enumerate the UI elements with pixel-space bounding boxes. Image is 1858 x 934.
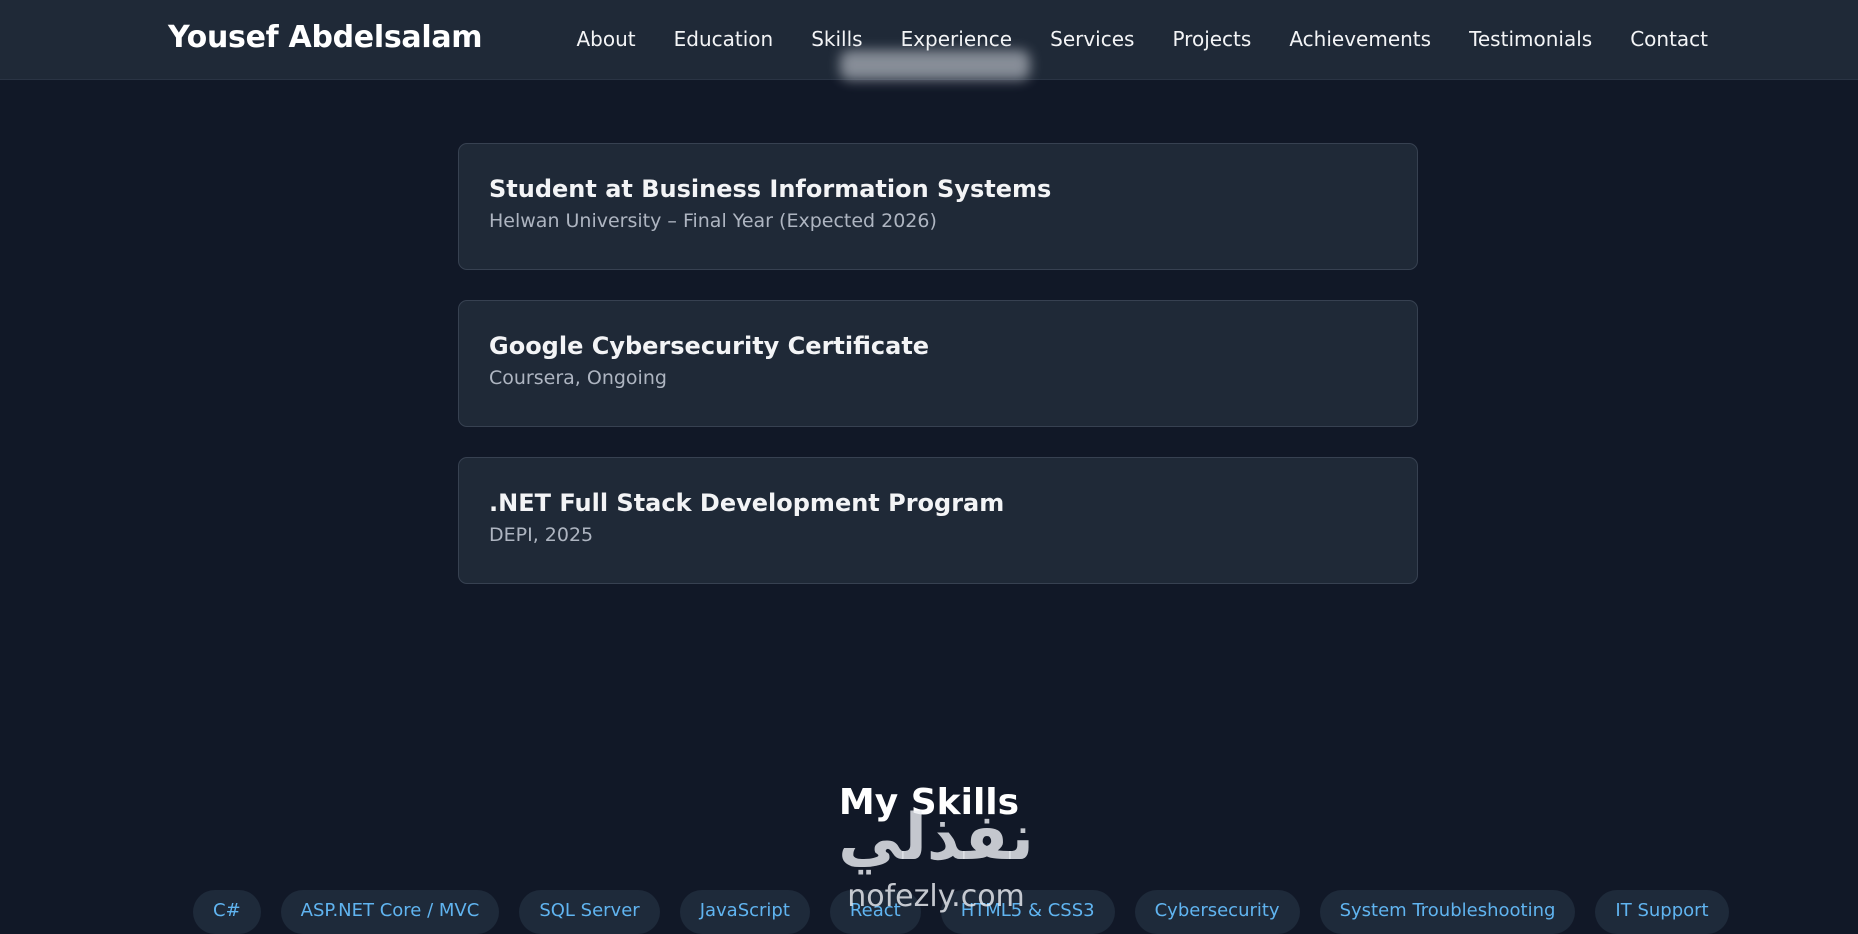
nav-link-testimonials[interactable]: Testimonials	[1469, 27, 1592, 51]
nav-link-experience[interactable]: Experience	[901, 27, 1013, 51]
skill-pill: IT Support	[1595, 890, 1729, 934]
nav-links: About Education Skills Experience Servic…	[576, 0, 1708, 78]
skill-pill: JavaScript	[679, 890, 810, 934]
watermark-logo: نفذلي nofezly.com	[816, 800, 1056, 922]
skill-pill: Cybersecurity	[1134, 890, 1300, 934]
navbar: Yousef Abdelsalam About Education Skills…	[0, 0, 1858, 80]
watermark-arabic-text: نفذلي	[838, 801, 1034, 875]
skill-pill: System Troubleshooting	[1319, 890, 1576, 934]
nav-link-achievements[interactable]: Achievements	[1289, 27, 1431, 51]
skill-pill: ASP.NET Core / MVC	[280, 890, 500, 934]
education-card-title: Student at Business Information Systems	[489, 175, 1052, 203]
nav-link-services[interactable]: Services	[1050, 27, 1134, 51]
education-card-subtitle: Coursera, Ongoing	[489, 366, 667, 389]
nav-link-skills[interactable]: Skills	[811, 27, 862, 51]
blurred-overlay	[840, 50, 1030, 80]
watermark-url: nofezly.com	[847, 879, 1025, 914]
nav-link-about[interactable]: About	[576, 27, 635, 51]
nav-link-projects[interactable]: Projects	[1172, 27, 1251, 51]
nav-link-contact[interactable]: Contact	[1630, 27, 1708, 51]
education-card-title: .NET Full Stack Development Program	[489, 489, 1005, 517]
education-card-subtitle: DEPI, 2025	[489, 523, 594, 546]
education-card: Student at Business Information Systems …	[458, 143, 1418, 270]
education-card-subtitle: Helwan University – Final Year (Expected…	[489, 209, 937, 232]
education-list: Student at Business Information Systems …	[458, 143, 1418, 614]
education-card: Google Cybersecurity Certificate Courser…	[458, 300, 1418, 427]
skill-pill: SQL Server	[519, 890, 660, 934]
nav-link-education[interactable]: Education	[674, 27, 774, 51]
skill-pill: C#	[193, 890, 261, 934]
education-card: .NET Full Stack Development Program DEPI…	[458, 457, 1418, 584]
education-card-title: Google Cybersecurity Certificate	[489, 332, 930, 360]
brand-name[interactable]: Yousef Abdelsalam	[168, 20, 483, 55]
